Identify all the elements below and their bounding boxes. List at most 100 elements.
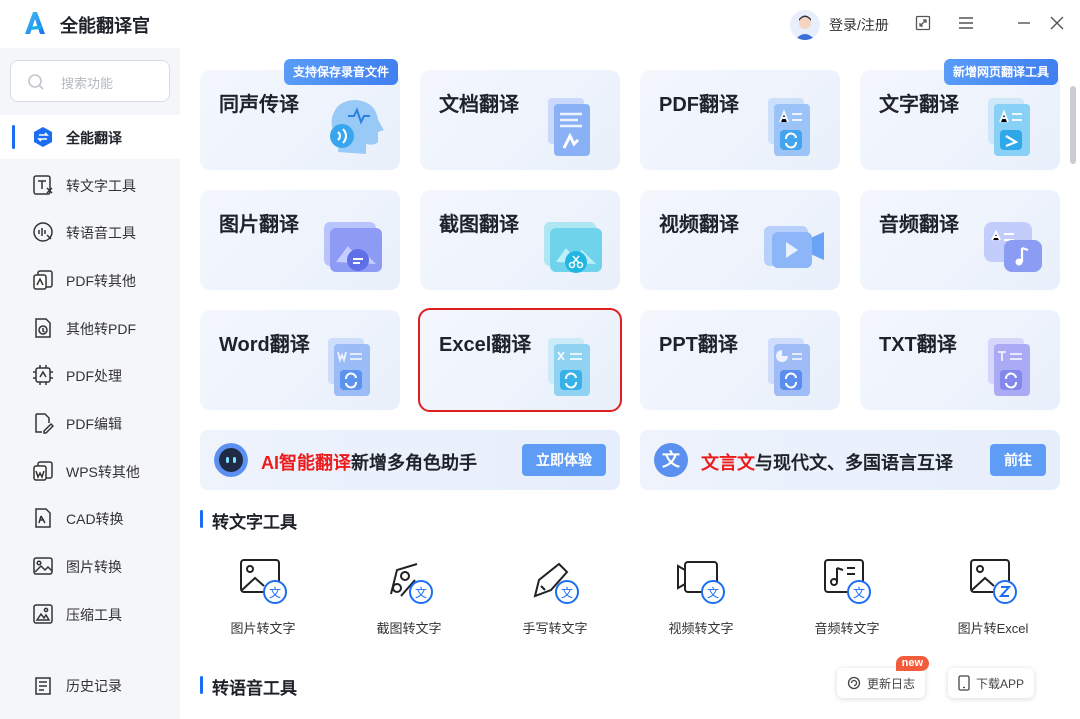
card-title: 视频翻译 xyxy=(659,214,739,236)
card-title: 截图翻译 xyxy=(439,214,519,236)
sidebar-item-label: PDF转其他 xyxy=(66,273,136,289)
search-input[interactable]: 搜索功能 xyxy=(10,60,170,102)
menu-button[interactable] xyxy=(955,12,977,34)
search-placeholder: 搜索功能 xyxy=(61,76,114,91)
sidebar-item-label: 转语音工具 xyxy=(66,225,136,241)
tool-label: 图片转文字 xyxy=(230,621,296,636)
sidebar-item-pdf-edit[interactable]: PDF编辑 xyxy=(0,401,180,445)
tool-label: 视频转文字 xyxy=(668,621,734,636)
sidebar-item-other-to-pdf[interactable]: 其他转PDF xyxy=(0,306,180,350)
tool-screenshot-to-text[interactable]: 文 截图转文字 xyxy=(336,556,482,640)
svg-text:文: 文 xyxy=(853,585,865,600)
tool-image-to-excel[interactable]: 图片转Excel xyxy=(920,556,1066,640)
card-audio-translate[interactable]: 音频翻译 xyxy=(860,190,1060,290)
scrollbar[interactable] xyxy=(1070,86,1076,164)
svg-text:文: 文 xyxy=(707,585,719,600)
excel-file-icon xyxy=(548,338,590,396)
shrink-icon xyxy=(915,15,931,31)
card-video-translate[interactable]: 视频翻译 xyxy=(640,190,840,290)
translate-icon xyxy=(32,126,54,148)
card-title: 音频翻译 xyxy=(879,214,959,236)
banner-highlight: 文言文 xyxy=(701,453,755,473)
image-convert-icon xyxy=(32,555,54,577)
tool-handwriting-to-text[interactable]: 文 手写转文字 xyxy=(482,556,628,640)
card-excel-translate[interactable]: Excel翻译 xyxy=(418,308,622,412)
svg-text:文: 文 xyxy=(561,585,573,600)
to-pdf-icon xyxy=(32,317,54,339)
banner-text: AI智能翻译新增多角色助手 xyxy=(261,449,477,475)
sidebar-item-label: 压缩工具 xyxy=(66,607,122,623)
card-title: Word翻译 xyxy=(219,334,310,356)
card-screenshot-translate[interactable]: 截图翻译 xyxy=(420,190,620,290)
sidebar-item-label: 全能翻译 xyxy=(66,130,122,146)
app-title: 全能翻译官 xyxy=(60,16,150,36)
sidebar-item-cad-convert[interactable]: CAD转换 xyxy=(0,496,180,540)
minimize-icon xyxy=(1018,22,1030,24)
close-icon xyxy=(1050,16,1064,30)
sidebar-item-history[interactable]: 历史记录 xyxy=(0,663,180,707)
card-txt-translate[interactable]: TXT翻译 xyxy=(860,310,1060,410)
sidebar-item-text-tools[interactable]: 转文字工具 xyxy=(0,163,180,207)
tool-label: 音频转文字 xyxy=(814,621,880,636)
card-text-translate[interactable]: 新增网页翻译工具 文字翻译 xyxy=(860,59,1060,170)
download-app-button[interactable]: 下载APP xyxy=(948,668,1035,698)
sidebar-item-label: 其他转PDF xyxy=(66,321,136,337)
word-file-icon xyxy=(328,338,370,396)
video-icon xyxy=(764,226,824,268)
document-icon xyxy=(548,98,590,156)
image-icon xyxy=(324,222,382,272)
hamburger-icon xyxy=(959,17,973,29)
sidebar-item-label: 转文字工具 xyxy=(66,178,136,194)
card-word-translate[interactable]: Word翻译 xyxy=(200,310,400,410)
banner-classical-chinese[interactable]: 文 文言文与现代文、多国语言互译 前往 xyxy=(640,430,1060,490)
sidebar-item-translate[interactable]: 全能翻译 xyxy=(0,115,180,159)
changelog-button[interactable]: 更新日志 new xyxy=(837,656,930,698)
tool-video-to-text[interactable]: 文 视频转文字 xyxy=(628,556,774,640)
banner-message: 与现代文、多国语言互译 xyxy=(755,453,953,473)
pdf-process-icon xyxy=(32,364,54,386)
tool-image-to-text[interactable]: 文 图片转文字 xyxy=(190,556,336,640)
card-image-translate[interactable]: 图片翻译 xyxy=(200,190,400,290)
ppt-file-icon xyxy=(768,338,810,396)
login-link[interactable]: 登录/注册 xyxy=(829,15,889,35)
try-now-button[interactable]: 立即体验 xyxy=(522,444,606,476)
svg-text:文: 文 xyxy=(269,585,281,600)
card-title: PDF翻译 xyxy=(659,94,739,116)
card-simultaneous-interpretation[interactable]: 支持保存录音文件 同声传译 xyxy=(200,59,400,170)
sidebar-item-compress[interactable]: 压缩工具 xyxy=(0,592,180,636)
sidebar-item-pdf-to-other[interactable]: PDF转其他 xyxy=(0,258,180,302)
banner-message: 新增多角色助手 xyxy=(351,453,477,473)
svg-text:文: 文 xyxy=(415,585,427,600)
sidebar-item-image-convert[interactable]: 图片转换 xyxy=(0,544,180,588)
banner-highlight: AI智能翻译 xyxy=(261,453,351,473)
changelog-label: 更新日志 xyxy=(867,676,916,691)
avatar[interactable] xyxy=(790,10,820,40)
history-icon xyxy=(32,674,54,696)
go-button[interactable]: 前往 xyxy=(990,444,1046,476)
refresh-icon xyxy=(847,676,861,690)
card-title: Excel翻译 xyxy=(439,334,532,356)
txt-file-icon xyxy=(988,338,1030,396)
pdf-convert-icon xyxy=(32,269,54,291)
mini-mode-button[interactable] xyxy=(912,12,934,34)
screenshot-to-text-icon: 文 xyxy=(390,563,433,604)
sidebar-item-wps-to-other[interactable]: WPS转其他 xyxy=(0,449,180,493)
card-title: 图片翻译 xyxy=(219,214,299,236)
banner-ai-assistant[interactable]: AI智能翻译新增多角色助手 立即体验 xyxy=(200,430,620,490)
tool-label: 手写转文字 xyxy=(522,621,588,636)
sidebar-item-pdf-process[interactable]: PDF处理 xyxy=(0,353,180,397)
sidebar-item-voice-tools[interactable]: 转语音工具 xyxy=(0,210,180,254)
card-document-translate[interactable]: 文档翻译 xyxy=(420,70,620,170)
download-label: 下载APP xyxy=(976,676,1025,691)
close-button[interactable] xyxy=(1046,12,1068,34)
wps-icon xyxy=(32,460,54,482)
screenshot-icon xyxy=(544,222,602,273)
minimize-button[interactable] xyxy=(1013,12,1035,34)
audio-to-text-icon: 文 xyxy=(824,559,871,604)
card-pdf-translate[interactable]: PDF翻译 xyxy=(640,70,840,170)
card-ppt-translate[interactable]: PPT翻译 xyxy=(640,310,840,410)
compress-icon xyxy=(32,603,54,625)
new-badge: new xyxy=(895,656,930,671)
tool-label: 截图转文字 xyxy=(376,621,442,636)
tool-audio-to-text[interactable]: 文 音频转文字 xyxy=(774,556,920,640)
